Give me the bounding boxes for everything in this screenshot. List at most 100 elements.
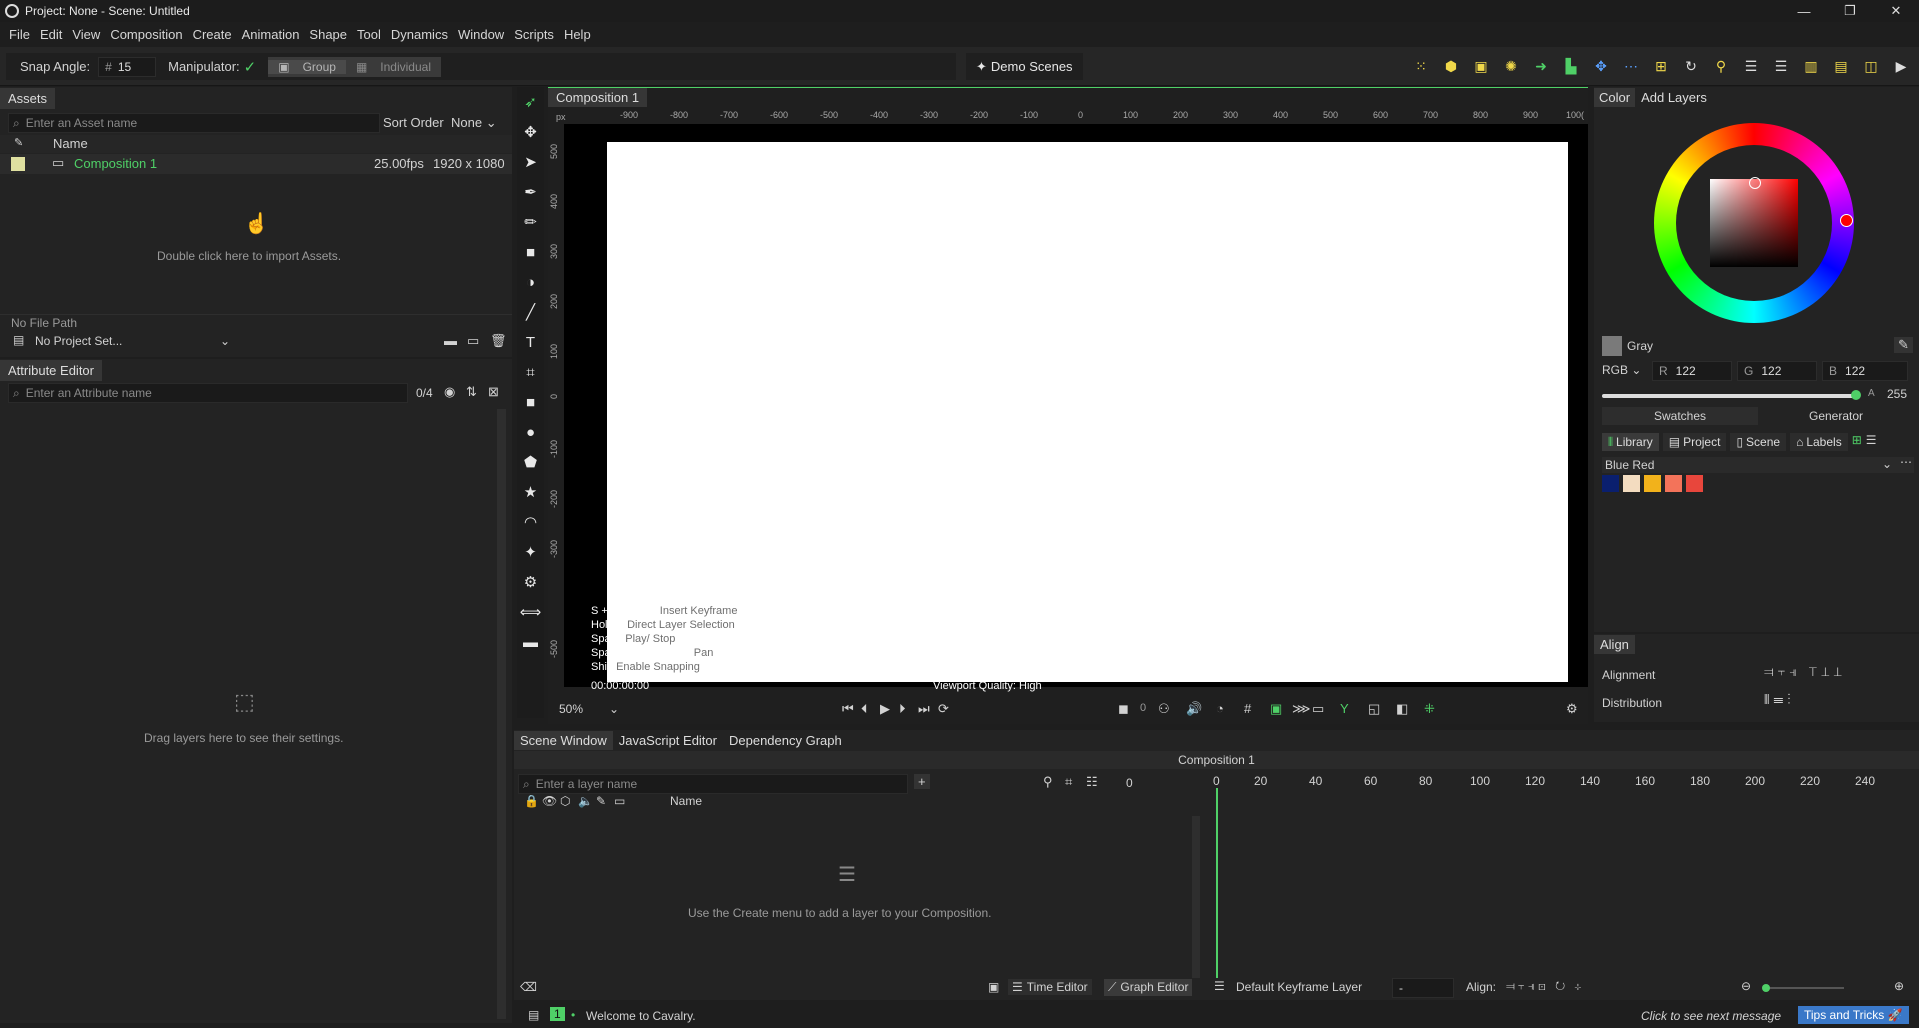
tab-color[interactable]: Color (1594, 88, 1636, 107)
frame-icon[interactable]: ▣ (1469, 55, 1493, 77)
checkmark-icon[interactable]: ✓ (244, 58, 257, 76)
list-view-icon[interactable]: ☰ (1866, 433, 1877, 451)
camera-icon[interactable]: ▶ (1889, 55, 1913, 77)
project-tab[interactable]: ▤ Project (1662, 433, 1727, 451)
scatter-icon[interactable]: ✺ (1499, 55, 1523, 77)
grid-dots-icon[interactable]: ⁙ (1409, 55, 1433, 77)
ellipse-tool-icon[interactable]: ● (517, 417, 544, 447)
tab-align[interactable]: Align (1594, 635, 1635, 654)
pin-icon[interactable]: ⚲ (1709, 55, 1733, 77)
menu-composition[interactable]: Composition (110, 27, 182, 42)
saturation-handle[interactable] (1749, 177, 1761, 189)
tab-swatches[interactable]: Swatches (1602, 407, 1758, 425)
rectangle-tool-icon[interactable]: ■ (517, 387, 544, 417)
zoom-select[interactable]: 50% ⌄ (559, 702, 619, 716)
demo-scenes-button[interactable]: ✦ Demo Scenes (966, 53, 1083, 80)
filter-icon[interactable]: ☷ (1086, 774, 1098, 790)
frame-box-icon[interactable]: ▣ (988, 980, 999, 994)
message-count[interactable]: 1 (550, 1007, 565, 1021)
project-select[interactable]: No Project Set... ⌄ (35, 334, 230, 348)
group-option[interactable]: ▣ Group (268, 59, 346, 74)
scene-tab[interactable]: ▯ Scene (1730, 433, 1787, 451)
align-right-icon[interactable]: ☰ (1769, 55, 1793, 77)
contrast-icon[interactable]: ◑ (517, 267, 544, 297)
composition-canvas[interactable] (607, 142, 1568, 682)
color-mode-select[interactable]: RGB ⌄ (1602, 363, 1641, 377)
arc-tool-icon[interactable]: ◠ (517, 507, 544, 537)
cube-icon[interactable]: ⬢ (1439, 55, 1463, 77)
palette-select[interactable]: Blue Red (1605, 458, 1654, 472)
blue-field[interactable]: B 122 (1822, 361, 1908, 381)
menu-help[interactable]: Help (564, 27, 591, 42)
time-editor-button[interactable]: ☰ Time Editor (1008, 979, 1092, 995)
lock-icon[interactable]: 🔒 (524, 794, 539, 808)
text-tool-icon[interactable]: T (517, 327, 544, 357)
import-hint[interactable]: Double click here to import Assets. (157, 249, 341, 263)
swatch[interactable] (1686, 475, 1703, 492)
motion-blur-icon[interactable]: ⋙ (1292, 701, 1311, 717)
current-color-swatch[interactable] (1602, 336, 1622, 356)
split-icon[interactable]: ◫ (1859, 55, 1883, 77)
zoom-in-icon[interactable]: ⊕ (1894, 979, 1904, 993)
tab-attribute-editor[interactable]: Attribute Editor (0, 360, 102, 381)
tag-icon[interactable]: ⌫ (520, 980, 537, 994)
pin-icon[interactable]: ✎ (596, 794, 606, 808)
swatch[interactable] (1602, 475, 1619, 492)
maximize-button[interactable]: ❐ (1827, 0, 1873, 22)
menu-shape[interactable]: Shape (309, 27, 347, 42)
direct-select-icon[interactable]: ➤ (517, 147, 544, 177)
eye-icon[interactable]: 👁 (542, 794, 557, 808)
rotate-icon[interactable]: ↻ (1679, 55, 1703, 77)
star-tool-icon[interactable]: ★ (517, 477, 544, 507)
snap-angle-field[interactable]: #15 (98, 56, 157, 77)
labels-tab[interactable]: ⌂ Labels (1790, 433, 1848, 451)
menu-view[interactable]: View (72, 27, 100, 42)
render-icon[interactable]: ⁜ (1424, 701, 1435, 717)
tab-generator[interactable]: Generator (1758, 407, 1914, 425)
menu-animation[interactable]: Animation (242, 27, 300, 42)
display-icon[interactable]: ▭ (1312, 701, 1324, 717)
pencil-tool-icon[interactable]: ✏ (517, 207, 544, 237)
go-start-icon[interactable]: ⏮ (842, 701, 854, 717)
select-tool-icon[interactable]: ➶ (517, 87, 544, 117)
hue-handle[interactable] (1840, 214, 1853, 227)
sparkle-tool-icon[interactable]: ✦ (517, 537, 544, 567)
audio-icon[interactable]: 🔊 (1186, 701, 1202, 717)
green-field[interactable]: G 122 (1737, 361, 1817, 381)
bars-icon[interactable]: ▙ (1559, 55, 1583, 77)
tab-composition[interactable]: Composition 1 (548, 88, 648, 107)
more-icon[interactable]: ⋯ (1900, 455, 1912, 469)
graph-editor-button[interactable]: ⟋ Graph Editor (1104, 979, 1193, 996)
tips-and-tricks-button[interactable]: Tips and Tricks 🚀 (1798, 1006, 1909, 1024)
next-message-link[interactable]: Click to see next message (1641, 1009, 1781, 1023)
close-button[interactable]: ✕ (1873, 0, 1919, 22)
composition-viewport[interactable]: S + click path Insert Keyframe Hold S Di… (564, 124, 1588, 692)
console-icon[interactable]: ▤ (528, 1008, 539, 1022)
keyframe-layer-select[interactable]: Default Keyframe Layer (1236, 980, 1362, 994)
solo-icon[interactable]: ⚲ (1043, 774, 1053, 790)
folder-icon[interactable]: ▬ (444, 333, 457, 348)
eyedropper-icon[interactable]: ✎ (1894, 337, 1913, 353)
layers-icon[interactable]: ◱ (1368, 701, 1380, 717)
timeline-zoom-slider[interactable] (1762, 984, 1844, 992)
go-end-icon[interactable]: ⏭ (918, 701, 930, 717)
asset-search-input[interactable]: ⌕ Enter an Asset name (8, 113, 380, 133)
dots-row-icon[interactable]: ⋯ (1619, 55, 1643, 77)
record-icon[interactable]: ◼ (1118, 701, 1129, 717)
rows-icon[interactable]: ▤ (1829, 55, 1853, 77)
bridge-icon[interactable]: ⊞ (1649, 55, 1673, 77)
polygon-tool-icon[interactable]: ⬟ (517, 447, 544, 477)
monitor-icon[interactable]: ▭ (467, 333, 479, 349)
layer-scrollbar[interactable] (1192, 816, 1200, 992)
tab-javascript-editor[interactable]: JavaScript Editor (612, 731, 723, 750)
overlay-icon[interactable]: ▣ (1270, 701, 1282, 717)
menu-window[interactable]: Window (458, 27, 504, 42)
library-tab[interactable]: ⫴ Library (1602, 433, 1659, 451)
select-icon[interactable]: ⌗ (1065, 774, 1072, 790)
gear-tool-icon[interactable]: ⚙ (517, 567, 544, 597)
bezier-tool-icon[interactable]: ⌗ (517, 357, 544, 387)
frame-number[interactable]: 0 (1126, 776, 1133, 790)
menu-tool[interactable]: Tool (357, 27, 381, 42)
step-forward-icon[interactable]: ⏵ (899, 701, 906, 717)
camera-tool-icon[interactable]: ■ (517, 237, 544, 267)
